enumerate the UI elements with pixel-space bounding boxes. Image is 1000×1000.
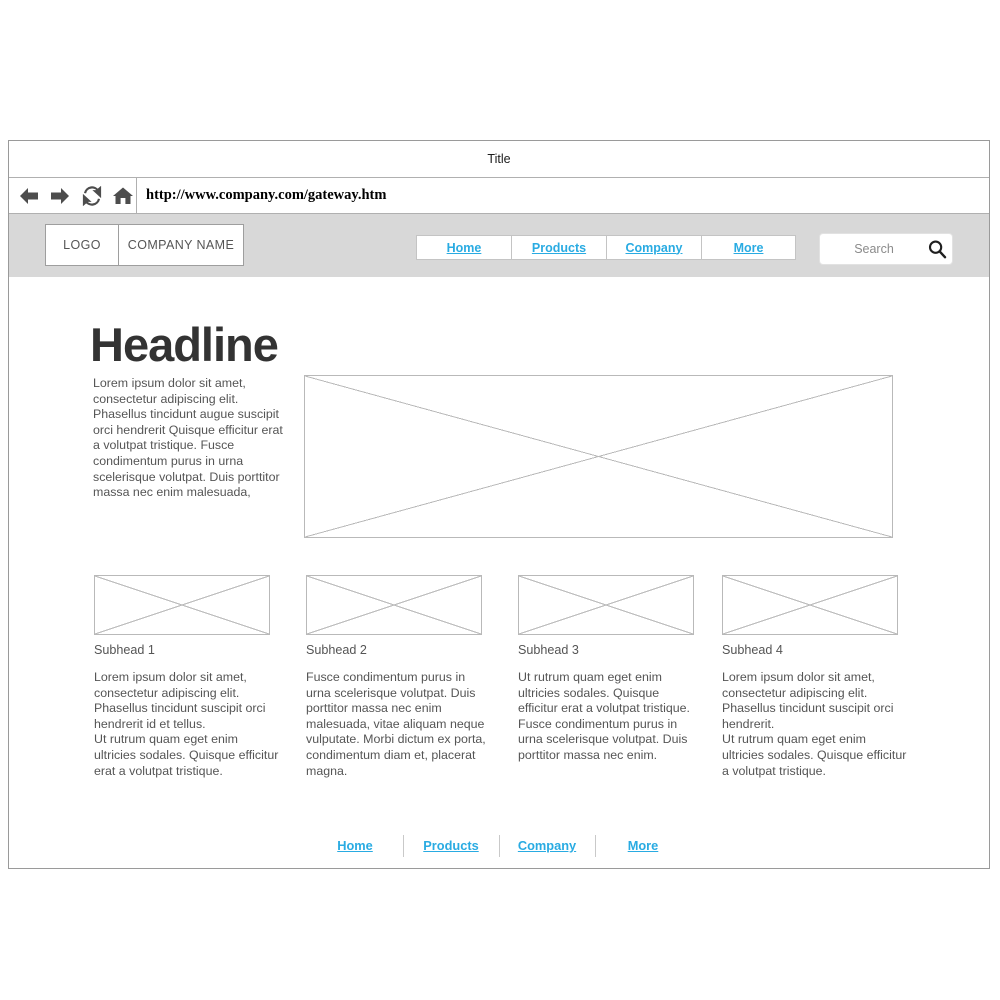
page-content: Headline Lorem ipsum dolor sit amet, con… <box>9 277 989 867</box>
browser-window: Title http://www.company.com/gateway.htm… <box>8 140 990 869</box>
subhead-4: Subhead 4 <box>722 643 783 657</box>
column-body-1: Lorem ipsum dolor sit amet, consectetur … <box>94 670 279 778</box>
subhead-1: Subhead 1 <box>94 643 155 657</box>
browser-title-bar: Title <box>9 141 989 178</box>
footer-link-products[interactable]: Products <box>404 837 499 855</box>
nav-label-company: Company <box>625 240 683 255</box>
nav-item-products[interactable]: Products <box>511 235 606 260</box>
footer-label-more: More <box>627 838 659 853</box>
logo-placeholder: LOGO <box>46 225 119 265</box>
footer-navigation: Home Products Company More <box>9 835 989 857</box>
refresh-icon[interactable] <box>79 183 105 209</box>
nav-item-company[interactable]: Company <box>606 235 701 260</box>
company-name: COMPANY NAME <box>127 238 235 252</box>
forward-icon[interactable] <box>48 183 74 209</box>
nav-label-home: Home <box>446 240 482 255</box>
footer-link-more[interactable]: More <box>596 837 691 855</box>
subhead-2: Subhead 2 <box>306 643 367 657</box>
nav-item-more[interactable]: More <box>701 235 796 260</box>
column-body-4: Lorem ipsum dolor sit amet, consectetur … <box>722 670 907 778</box>
back-icon[interactable] <box>16 183 42 209</box>
brand-block[interactable]: LOGO COMPANY NAME <box>45 224 244 266</box>
thumbnail-placeholder-3 <box>518 575 694 635</box>
window-title: Title <box>487 152 511 166</box>
search-box[interactable]: Search <box>819 233 953 265</box>
hero-paragraph: Lorem ipsum dolor sit amet, consectetur … <box>93 376 283 500</box>
browser-address-bar: http://www.company.com/gateway.htm <box>9 178 989 214</box>
nav-label-more: More <box>733 240 764 255</box>
thumbnail-placeholder-4 <box>722 575 898 635</box>
nav-label-products: Products <box>531 240 587 255</box>
main-navigation: Home Products Company More <box>416 235 796 260</box>
subhead-3: Subhead 3 <box>518 643 579 657</box>
footer-link-company[interactable]: Company <box>500 837 595 855</box>
footer-link-home[interactable]: Home <box>308 837 403 855</box>
footer-label-home: Home <box>337 838 373 853</box>
search-icon[interactable] <box>922 239 952 259</box>
footer-label-products: Products <box>423 838 479 853</box>
browser-nav-buttons <box>9 178 137 213</box>
search-input[interactable]: Search <box>820 242 922 256</box>
footer-label-company: Company <box>517 838 577 853</box>
hero-image-placeholder <box>304 375 893 538</box>
url-input[interactable]: http://www.company.com/gateway.htm <box>137 178 989 213</box>
nav-item-home[interactable]: Home <box>416 235 511 260</box>
column-body-2: Fusce condimentum purus in urna sceleris… <box>306 670 486 778</box>
thumbnail-placeholder-1 <box>94 575 270 635</box>
thumbnail-placeholder-2 <box>306 575 482 635</box>
page-title: Headline <box>90 318 279 371</box>
home-icon[interactable] <box>111 183 137 209</box>
column-body-3: Ut rutrum quam eget enim ultricies sodal… <box>518 670 690 762</box>
site-header: LOGO COMPANY NAME Home Products Company … <box>9 214 989 277</box>
